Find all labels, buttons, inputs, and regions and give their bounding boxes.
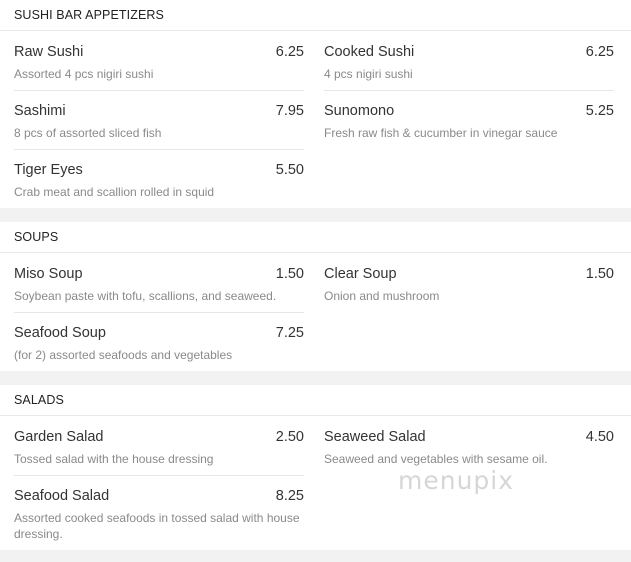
item-name: Miso Soup <box>14 266 83 282</box>
item-description: Soybean paste with tofu, scallions, and … <box>14 289 277 303</box>
section-soups: SOUPS Miso Soup 1.50 Soybean paste with … <box>0 222 631 371</box>
section-title: SALADS <box>0 385 631 416</box>
watermark-logo: menupix <box>398 466 515 495</box>
item-name: Garden Salad <box>14 429 104 445</box>
section-title: SUSHI BAR APPETIZERS <box>0 0 631 31</box>
divider <box>14 149 304 150</box>
section-sushi-bar-appetizers: SUSHI BAR APPETIZERS Raw Sushi 6.25 Asso… <box>0 0 631 208</box>
item-description: Fresh raw fish & cucumber in vinegar sau… <box>324 126 558 140</box>
item-price: 7.25 <box>275 325 304 341</box>
item-price: 8.25 <box>275 488 304 504</box>
item-description: 4 pcs nigiri sushi <box>324 67 413 81</box>
item-price: 2.50 <box>275 429 304 445</box>
item-price: 1.50 <box>585 266 614 282</box>
item-name: Seafood Salad <box>14 488 110 504</box>
item-price: 4.50 <box>585 429 614 445</box>
item-name: Clear Soup <box>324 266 397 282</box>
item-name: Seaweed Salad <box>324 429 426 445</box>
item-price: 1.50 <box>275 266 304 282</box>
item-description: Assorted 4 pcs nigiri sushi <box>14 67 154 81</box>
item-description: 8 pcs of assorted sliced fish <box>14 126 162 140</box>
item-price: 7.95 <box>275 103 304 119</box>
item-description: Assorted cooked seafoods in tossed salad… <box>14 511 300 541</box>
item-name: Sunomono <box>324 103 395 119</box>
section-salads: SALADS Garden Salad 2.50 Tossed salad wi… <box>0 385 631 550</box>
item-description: Tossed salad with the house dressing <box>14 452 214 466</box>
item-price: 6.25 <box>585 44 614 60</box>
item-name: Sashimi <box>14 103 66 119</box>
item-name: Tiger Eyes <box>14 162 83 178</box>
item-description: Crab meat and scallion rolled in squid <box>14 185 215 199</box>
item-description: Seaweed and vegetables with sesame oil. <box>324 452 548 466</box>
item-price: 6.25 <box>275 44 304 60</box>
item-price: 5.25 <box>585 103 614 119</box>
section-title: SOUPS <box>0 222 631 253</box>
divider <box>14 90 304 91</box>
divider <box>14 475 304 476</box>
divider <box>324 90 614 91</box>
item-name: Raw Sushi <box>14 44 84 60</box>
item-name: Cooked Sushi <box>324 44 415 60</box>
item-name: Seafood Soup <box>14 325 106 341</box>
item-description: (for 2) assorted seafoods and vegetables <box>14 348 233 362</box>
divider <box>14 312 304 313</box>
item-description: Onion and mushroom <box>324 289 440 303</box>
item-price: 5.50 <box>275 162 304 178</box>
